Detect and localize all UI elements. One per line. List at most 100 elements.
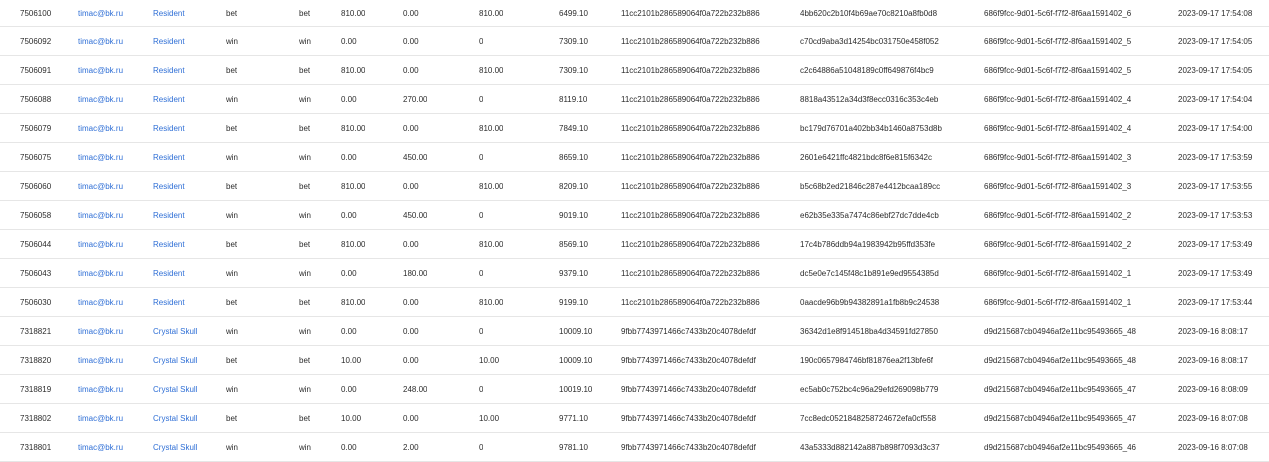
balance-value: 8209.10 — [559, 181, 588, 191]
game-name-link[interactable]: Resident — [153, 259, 185, 287]
win-amount: 180.00 — [403, 268, 428, 278]
table-row: 7506088 timac@bk.ru Resident win win 0.00 270.… — [0, 85, 1269, 114]
game-name-link[interactable]: Crystal Skull — [153, 375, 197, 403]
balance-value: 9379.10 — [559, 268, 588, 278]
user-email-link[interactable]: timac@bk.ru — [78, 346, 123, 374]
win-amount: 0.00 — [403, 355, 419, 365]
user-email-link[interactable]: timac@bk.ru — [78, 172, 123, 200]
user-email-link[interactable]: timac@bk.ru — [78, 56, 123, 84]
debit-amount: 10.00 — [479, 413, 500, 423]
debit-amount: 810.00 — [479, 8, 504, 18]
balance-value: 7309.10 — [559, 65, 588, 75]
bet-amount: 0.00 — [341, 94, 357, 104]
transaction-action: win — [299, 152, 312, 162]
round-id: 686f9fcc-9d01-5c6f-f7f2-8f6aa1591402_4 — [984, 123, 1132, 133]
transaction-date: 2023-09-17 17:54:08 — [1178, 8, 1253, 18]
debit-amount: 810.00 — [479, 65, 504, 75]
table-row: 7506091 timac@bk.ru Resident bet bet 810.00 0.… — [0, 56, 1269, 85]
win-amount: 0.00 — [403, 413, 419, 423]
transaction-hash: 8818a43512a34d3f8ecc0316c353c4eb — [800, 94, 939, 104]
game-name-link[interactable]: Resident — [153, 0, 185, 26]
game-name-link[interactable]: Crystal Skull — [153, 404, 197, 432]
game-name-link[interactable]: Crystal Skull — [153, 317, 197, 345]
debit-amount: 0 — [479, 152, 484, 162]
user-email-link[interactable]: timac@bk.ru — [78, 288, 123, 316]
user-email-link[interactable]: timac@bk.ru — [78, 433, 123, 461]
table-row: 7318802 timac@bk.ru Crystal Skull bet bet 10.… — [0, 404, 1269, 433]
game-name-link[interactable]: Resident — [153, 201, 185, 229]
transaction-date: 2023-09-17 17:53:55 — [1178, 181, 1253, 191]
transactions-table: 7506100 timac@bk.ru Resident bet bet 810.00 0.… — [0, 0, 1269, 462]
bet-amount: 0.00 — [341, 210, 357, 220]
game-name-link[interactable]: Resident — [153, 230, 185, 258]
transaction-hash: ec5ab0c752bc4c96a29efd269098b779 — [800, 384, 939, 394]
debit-amount: 0 — [479, 210, 484, 220]
session-id: 9fbb7743971466c7433b20c4078defdf — [621, 355, 756, 365]
game-name-link[interactable]: Resident — [153, 85, 185, 113]
session-id: 11cc2101b286589064f0a722b232b886 — [621, 36, 760, 46]
table-row: 7506060 timac@bk.ru Resident bet bet 810.00 0.… — [0, 172, 1269, 201]
game-name-link[interactable]: Resident — [153, 27, 185, 55]
user-email-link[interactable]: timac@bk.ru — [78, 27, 123, 55]
user-email-link[interactable]: timac@bk.ru — [78, 317, 123, 345]
transaction-date: 2023-09-17 17:54:05 — [1178, 36, 1253, 46]
table-row: 7318820 timac@bk.ru Crystal Skull bet bet 10.… — [0, 346, 1269, 375]
balance-value: 9781.10 — [559, 442, 588, 452]
user-email-link[interactable]: timac@bk.ru — [78, 375, 123, 403]
transaction-action: win — [299, 384, 312, 394]
user-email-link[interactable]: timac@bk.ru — [78, 143, 123, 171]
transaction-id: 7318820 — [20, 355, 52, 365]
user-email-link[interactable]: timac@bk.ru — [78, 85, 123, 113]
user-email-link[interactable]: timac@bk.ru — [78, 230, 123, 258]
game-name-link[interactable]: Resident — [153, 56, 185, 84]
table-row: 7506100 timac@bk.ru Resident bet bet 810.00 0.… — [0, 0, 1269, 27]
transaction-type: win — [226, 384, 239, 394]
transaction-date: 2023-09-17 17:53:44 — [1178, 297, 1253, 307]
transaction-type: win — [226, 326, 239, 336]
win-amount: 248.00 — [403, 384, 428, 394]
user-email-link[interactable]: timac@bk.ru — [78, 201, 123, 229]
transaction-date: 2023-09-17 17:54:00 — [1178, 123, 1253, 133]
user-email-link[interactable]: timac@bk.ru — [78, 259, 123, 287]
round-id: d9d215687cb04946af2e11bc95493665_47 — [984, 384, 1137, 394]
win-amount: 450.00 — [403, 152, 428, 162]
game-name-link[interactable]: Resident — [153, 172, 185, 200]
game-name-link[interactable]: Crystal Skull — [153, 433, 197, 461]
user-email-link[interactable]: timac@bk.ru — [78, 404, 123, 432]
debit-amount: 0 — [479, 94, 484, 104]
balance-value: 8569.10 — [559, 239, 588, 249]
transaction-date: 2023-09-17 17:53:53 — [1178, 210, 1253, 220]
transaction-date: 2023-09-16 8:08:17 — [1178, 326, 1248, 336]
table-row: 7506030 timac@bk.ru Resident bet bet 810.00 0.… — [0, 288, 1269, 317]
transaction-hash: 17c4b786ddb94a1983942b95ffd353fe — [800, 239, 936, 249]
transaction-type: win — [226, 94, 239, 104]
win-amount: 2.00 — [403, 442, 419, 452]
transaction-id: 7506079 — [20, 123, 52, 133]
session-id: 11cc2101b286589064f0a722b232b886 — [621, 152, 760, 162]
transaction-hash: 0aacde96b9b94382891a1fb8b9c24538 — [800, 297, 940, 307]
user-email-link[interactable]: timac@bk.ru — [78, 0, 123, 26]
game-name-link[interactable]: Crystal Skull — [153, 346, 197, 374]
round-id: 686f9fcc-9d01-5c6f-f7f2-8f6aa1591402_2 — [984, 210, 1132, 220]
transaction-action: bet — [299, 65, 311, 75]
game-name-link[interactable]: Resident — [153, 143, 185, 171]
transaction-type: win — [226, 268, 239, 278]
bet-amount: 0.00 — [341, 384, 357, 394]
game-name-link[interactable]: Resident — [153, 114, 185, 142]
round-id: d9d215687cb04946af2e11bc95493665_48 — [984, 355, 1137, 365]
table-row: 7318819 timac@bk.ru Crystal Skull win win 0.0… — [0, 375, 1269, 404]
transaction-date: 2023-09-16 8:08:17 — [1178, 355, 1248, 365]
transaction-hash: e62b35e335a7474c86ebf27dc7dde4cb — [800, 210, 939, 220]
session-id: 11cc2101b286589064f0a722b232b886 — [621, 123, 760, 133]
user-email-link[interactable]: timac@bk.ru — [78, 114, 123, 142]
balance-value: 9199.10 — [559, 297, 588, 307]
game-name-link[interactable]: Resident — [153, 288, 185, 316]
transaction-id: 7506058 — [20, 210, 52, 220]
transaction-action: bet — [299, 239, 311, 249]
transaction-date: 2023-09-16 8:07:08 — [1178, 413, 1248, 423]
transaction-id: 7318819 — [20, 384, 52, 394]
transaction-hash: bc179d76701a402bb34b1460a8753d8b — [800, 123, 942, 133]
debit-amount: 0 — [479, 442, 484, 452]
round-id: d9d215687cb04946af2e11bc95493665_48 — [984, 326, 1137, 336]
round-id: 686f9fcc-9d01-5c6f-f7f2-8f6aa1591402_3 — [984, 152, 1132, 162]
